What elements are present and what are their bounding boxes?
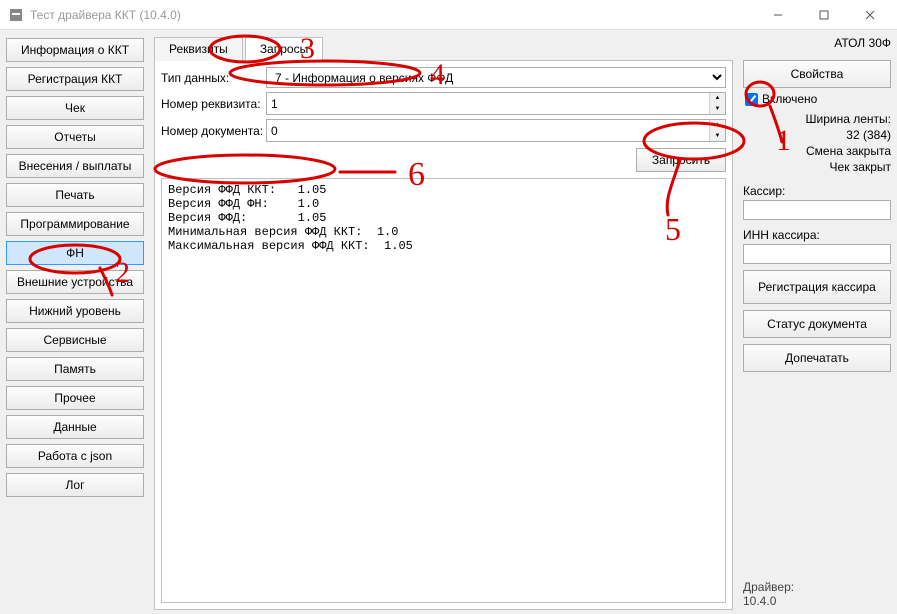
enabled-label[interactable]: Включено — [762, 92, 817, 106]
req-number-stepper[interactable]: ▲ ▼ — [266, 92, 726, 115]
cashier-input[interactable] — [743, 200, 891, 220]
device-name: АТОЛ 30Ф — [743, 36, 891, 50]
nav-button-15[interactable]: Лог — [6, 473, 144, 497]
stepper-up-icon[interactable]: ▲ — [710, 93, 725, 104]
nav-button-12[interactable]: Прочее — [6, 386, 144, 410]
output-area[interactable]: Версия ФФД ККТ: 1.05 Версия ФФД ФН: 1.0 … — [161, 178, 726, 603]
shift-status: Смена закрыта — [743, 144, 891, 158]
data-type-label: Тип данных: — [161, 71, 266, 85]
doc-number-label: Номер документа: — [161, 124, 266, 138]
nav-button-8[interactable]: Внешние устройства — [6, 270, 144, 294]
driver-version: 10.4.0 — [743, 594, 891, 608]
register-cashier-button[interactable]: Регистрация кассира — [743, 270, 891, 304]
nav-button-11[interactable]: Память — [6, 357, 144, 381]
stepper-down-icon[interactable]: ▼ — [710, 131, 725, 142]
cashier-inn-label: ИНН кассира: — [743, 228, 891, 242]
stepper-up-icon[interactable]: ▲ — [710, 120, 725, 131]
app-icon — [8, 7, 24, 23]
enabled-checkbox[interactable] — [745, 93, 758, 106]
nav-button-2[interactable]: Чек — [6, 96, 144, 120]
driver-label: Драйвер: — [743, 580, 891, 594]
right-panel: АТОЛ 30Ф Свойства Включено Ширина ленты:… — [737, 30, 897, 614]
doc-number-stepper[interactable]: ▲ ▼ — [266, 119, 726, 142]
cashier-inn-input[interactable] — [743, 244, 891, 264]
tab-panel-queries: Тип данных: 7 - Информация о версиях ФФД… — [154, 61, 733, 610]
nav-button-6[interactable]: Программирование — [6, 212, 144, 236]
req-number-input[interactable] — [267, 93, 709, 114]
nav-button-0[interactable]: Информация о ККТ — [6, 38, 144, 62]
maximize-button[interactable] — [801, 0, 847, 30]
nav-button-7[interactable]: ФН — [6, 241, 144, 265]
tape-width-value: 32 (384) — [743, 128, 891, 142]
doc-status-button[interactable]: Статус документа — [743, 310, 891, 338]
left-nav: Информация о ККТ Регистрация ККТ Чек Отчеты… — [0, 30, 150, 614]
check-status: Чек закрыт — [743, 160, 891, 174]
req-number-label: Номер реквизита: — [161, 97, 266, 111]
cashier-label: Кассир: — [743, 184, 891, 198]
nav-button-10[interactable]: Сервисные — [6, 328, 144, 352]
tab-0[interactable]: Реквизиты — [154, 37, 243, 61]
tape-width-label: Ширина ленты: — [743, 112, 891, 126]
minimize-button[interactable] — [755, 0, 801, 30]
nav-button-13[interactable]: Данные — [6, 415, 144, 439]
nav-button-9[interactable]: Нижний уровень — [6, 299, 144, 323]
nav-button-1[interactable]: Регистрация ККТ — [6, 67, 144, 91]
nav-button-5[interactable]: Печать — [6, 183, 144, 207]
close-button[interactable] — [847, 0, 893, 30]
stepper-down-icon[interactable]: ▼ — [710, 104, 725, 115]
nav-button-14[interactable]: Работа с json — [6, 444, 144, 468]
titlebar: Тест драйвера ККТ (10.4.0) — [0, 0, 897, 30]
nav-button-4[interactable]: Внесения / выплаты — [6, 154, 144, 178]
properties-button[interactable]: Свойства — [743, 60, 891, 88]
nav-button-3[interactable]: Отчеты — [6, 125, 144, 149]
print-more-button[interactable]: Допечатать — [743, 344, 891, 372]
data-type-select[interactable]: 7 - Информация о версиях ФФД — [266, 67, 726, 88]
tab-bar: РеквизитыЗапросы — [154, 36, 733, 61]
tab-1[interactable]: Запросы — [245, 37, 323, 61]
doc-number-input[interactable] — [267, 120, 709, 141]
request-button[interactable]: Запросить — [636, 148, 726, 172]
window-title: Тест драйвера ККТ (10.4.0) — [30, 8, 755, 22]
